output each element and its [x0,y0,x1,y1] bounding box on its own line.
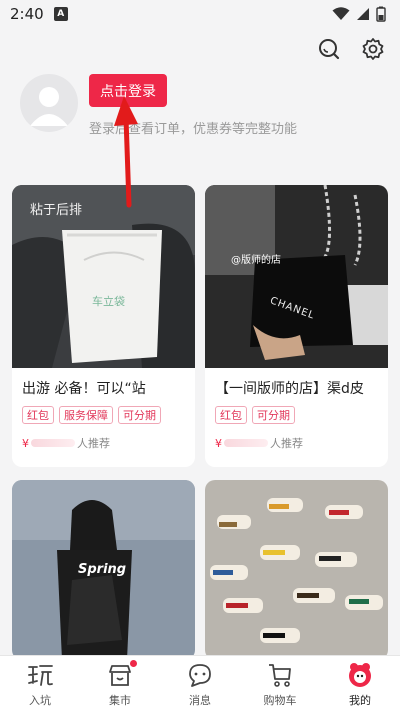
recommend-count: 人推荐 [77,437,110,450]
recommend-count: 人推荐 [270,437,303,450]
product-image: @版师的店 CHANEL [205,185,388,368]
tab-market[interactable]: 集市 [80,656,160,711]
product-card[interactable]: 粘于后排 车立袋 出游 必备！可以“站 红包 服务保障 可分期 ¥ 人推荐 [12,185,195,467]
message-bubble-icon [189,664,211,687]
login-hint: 登录后查看订单，优惠券等完整功能 [89,122,298,137]
product-tags: 红包 可分期 [215,406,378,424]
tab-label: 入坑 [29,694,51,707]
product-image: 粘于后排 车立袋 [12,185,195,368]
cell-signal-icon [357,8,369,20]
play-char-icon [28,665,53,686]
profile-section: 点击登录 登录后查看订单，优惠券等完整功能 [20,74,390,144]
tag-red-packet: 红包 [22,406,54,424]
product-title: 【一间版师的店】渠d皮 [215,381,364,397]
image-overlay-text: 粘于后排 [30,203,83,218]
tag-installment: 可分期 [252,406,295,424]
product-image: Spring [12,480,195,660]
bag-logo-text: 车立袋 [92,295,125,308]
tab-label: 购物车 [263,694,297,707]
product-card[interactable]: @版师的店 CHANEL 【一间版师的店】渠d皮 红包 可分期 ¥ 人推荐 [205,185,388,467]
profile-mascot-icon [349,663,371,687]
tab-cart[interactable]: 购物车 [240,656,320,711]
bottom-tab-bar: 入坑 集市 消息 购物车 我的 [0,655,400,711]
price-obscured [31,439,75,447]
notification-dot [130,660,137,667]
search-icon[interactable] [316,36,342,62]
store-watermark-text: @版师的店 [231,255,281,266]
product-card[interactable]: Spring [12,480,195,660]
tab-mine[interactable]: 我的 [320,656,400,711]
product-tags: 红包 服务保障 可分期 [22,406,185,424]
tag-service: 服务保障 [59,406,113,424]
tab-label: 集市 [109,694,131,707]
tab-label: 我的 [349,694,371,707]
price-obscured [224,439,268,447]
tab-label: 消息 [189,694,211,707]
product-image [205,480,388,660]
status-time: 2:40 [10,5,44,23]
tab-play[interactable]: 入坑 [0,656,80,711]
header-actions [316,36,386,62]
wifi-icon [332,7,350,20]
avatar[interactable] [20,74,78,132]
price-symbol: ¥ [215,436,222,450]
image-overlay-text: Spring [78,562,127,577]
product-title: 出游 必备！可以“站 [22,381,146,397]
notification-icon: A [53,7,68,21]
shopping-cart-icon [269,664,291,687]
battery-icon [376,6,386,22]
product-footer: ¥ 人推荐 [215,434,378,452]
tab-messages[interactable]: 消息 [160,656,240,711]
tag-installment: 可分期 [118,406,161,424]
price-symbol: ¥ [22,436,29,450]
login-button[interactable]: 点击登录 [89,74,167,107]
product-footer: ¥ 人推荐 [22,434,185,452]
product-card[interactable] [205,480,388,660]
settings-gear-icon[interactable] [360,36,386,62]
tag-red-packet: 红包 [215,406,247,424]
status-bar: 2:40 A [0,0,400,28]
